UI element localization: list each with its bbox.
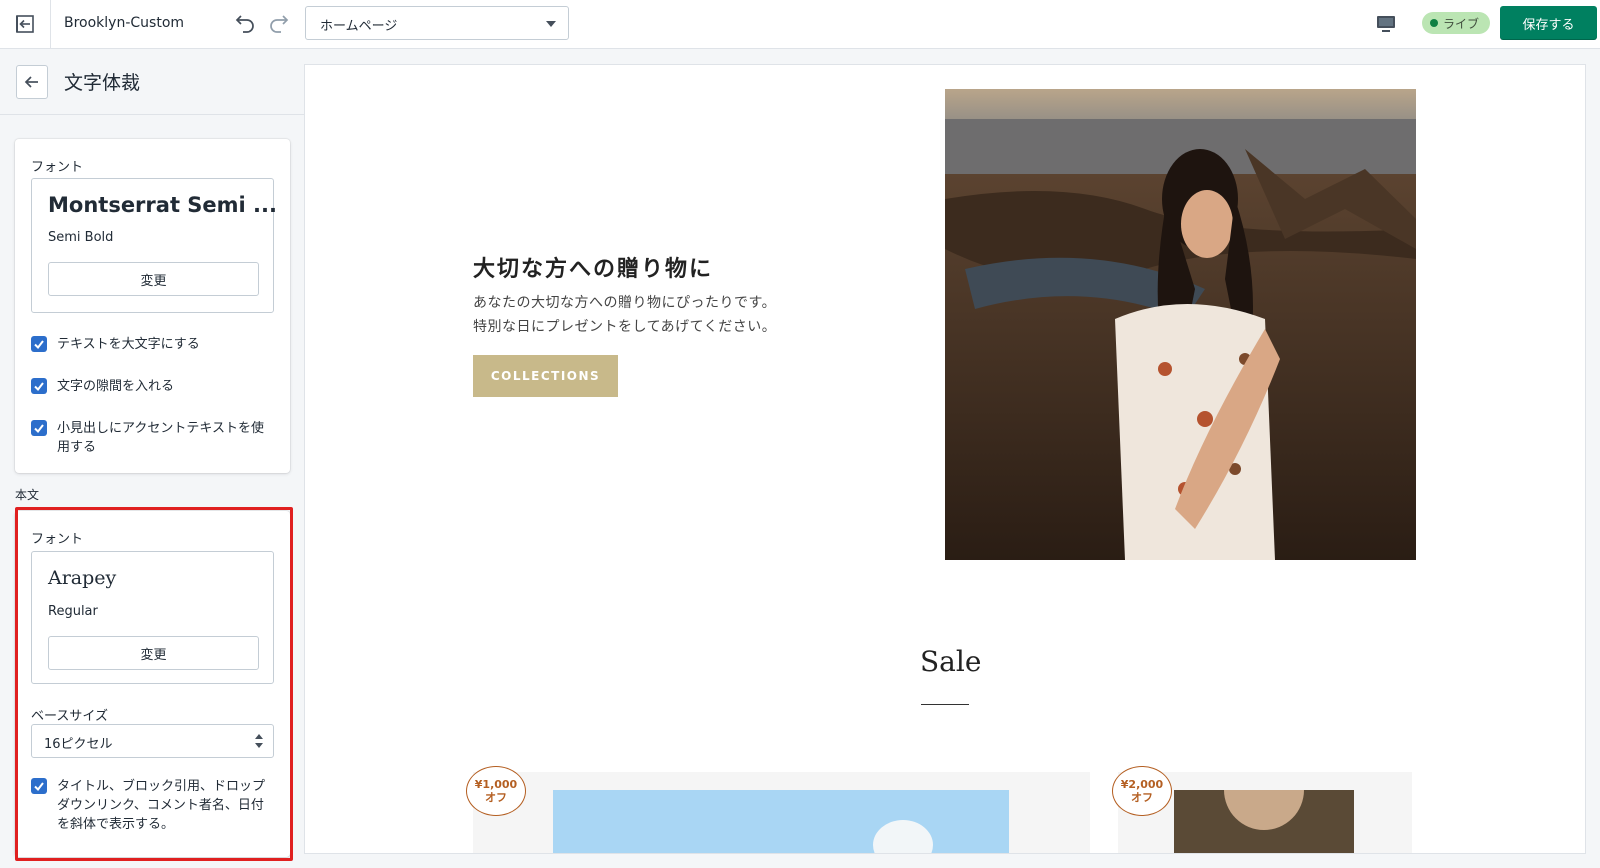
flower-shape [873, 820, 933, 853]
badge-price: ¥2,000 [1120, 778, 1164, 791]
checkmark-icon [34, 382, 44, 392]
hero-subtitle-line: 特別な日にプレゼントをしてあげてください。 [473, 319, 777, 335]
collections-button[interactable]: COLLECTIONS [473, 355, 618, 397]
body-font-change-button[interactable]: 変更 [48, 636, 259, 670]
body-font-card: フォント Arapey Regular 変更 ベースサイズ 16ピクセル タイト… [15, 511, 290, 857]
exit-editor-button[interactable] [0, 0, 51, 48]
exit-icon [16, 15, 34, 33]
top-bar: Brooklyn-Custom ホームページ ライブ 保存する [0, 0, 1600, 49]
hero-subtitle: あなたの大切な方への贈り物にぴったりです。 特別な日にプレゼントをしてあげてくだ… [473, 291, 776, 339]
sale-title-text: Sale [920, 645, 982, 678]
product-image [553, 790, 1009, 853]
base-size-value: 16ピクセル [44, 737, 113, 752]
body-font-label: フォント [31, 532, 84, 547]
live-status-badge: ライブ [1422, 12, 1491, 34]
back-button[interactable] [16, 65, 48, 99]
status-dot-icon [1430, 19, 1438, 27]
base-size-label: ベースサイズ [31, 709, 108, 724]
checkbox-label: タイトル、ブロック引用、ドロップダウンリンク、コメント者名、日付を斜体で表示する… [57, 779, 266, 832]
heading-font-change-button[interactable]: 変更 [48, 262, 259, 296]
divider [921, 704, 969, 705]
checkbox-label: 小見出しにアクセントテキストを使用する [57, 421, 264, 455]
uppercase-checkbox-row[interactable]: テキストを大文字にする [31, 335, 276, 354]
base-size-select[interactable]: 16ピクセル [31, 724, 274, 758]
page-selector[interactable]: ホームページ [305, 6, 569, 40]
settings-sidebar: 文字体裁 フォント Montserrat Semi ... Semi Bold … [0, 49, 304, 868]
theme-name: Brooklyn-Custom [64, 15, 185, 31]
heading-font-name: Montserrat Semi ... [48, 193, 277, 217]
body-section-label: 本文 [15, 488, 40, 502]
heading-font-label: フォント [31, 160, 84, 175]
body-font-name: Arapey [48, 567, 117, 589]
neck-shape [1224, 790, 1304, 830]
hero-image [945, 89, 1416, 560]
checkmark-icon [34, 424, 44, 434]
hero-title: 大切な方への贈り物に [473, 257, 714, 282]
product-card[interactable] [473, 772, 1090, 853]
badge-price: ¥1,000 [474, 778, 518, 791]
arrow-left-icon [24, 76, 38, 88]
live-status-label: ライブ [1443, 16, 1480, 31]
checkbox-checked[interactable] [31, 378, 47, 394]
checkbox-checked[interactable] [31, 420, 47, 436]
store-preview: 大切な方への贈り物に あなたの大切な方への贈り物にぴったりです。 特別な日にプレ… [304, 64, 1586, 854]
badge-suffix: オフ [485, 791, 507, 804]
checkmark-icon [34, 340, 44, 350]
checkmark-icon [34, 782, 44, 792]
discount-badge: ¥1,000 オフ [466, 766, 526, 816]
sidebar-title: 文字体裁 [64, 72, 141, 94]
italic-checkbox-row[interactable]: タイトル、ブロック引用、ドロップダウンリンク、コメント者名、日付を斜体で表示する… [31, 777, 276, 834]
badge-suffix: オフ [1131, 791, 1153, 804]
letter-spacing-checkbox-row[interactable]: 文字の隙間を入れる [31, 377, 276, 396]
checkbox-label: 文字の隙間を入れる [57, 379, 175, 394]
heading-font-card: フォント Montserrat Semi ... Semi Bold 変更 テキ… [15, 139, 290, 473]
heading-font-style: Semi Bold [48, 230, 114, 245]
body-font-style: Regular [48, 604, 98, 619]
checkbox-label: テキストを大文字にする [57, 337, 200, 352]
hero-subtitle-line: あなたの大切な方への贈り物にぴったりです。 [473, 295, 777, 311]
select-arrows-icon [255, 734, 263, 748]
save-button[interactable]: 保存する [1500, 6, 1597, 40]
discount-badge: ¥2,000 オフ [1112, 766, 1172, 816]
desktop-icon[interactable] [1374, 12, 1398, 36]
heading-font-picker: Montserrat Semi ... Semi Bold 変更 [31, 178, 277, 313]
redo-icon[interactable] [267, 10, 291, 34]
accent-subheading-checkbox-row[interactable]: 小見出しにアクセントテキストを使用する [31, 419, 276, 457]
sidebar-header: 文字体裁 [0, 49, 304, 115]
body-font-picker: Arapey Regular 変更 [31, 551, 274, 684]
caret-down-icon [546, 21, 556, 27]
page-selector-value: ホームページ [320, 19, 398, 34]
undo-icon[interactable] [233, 10, 257, 34]
product-image [1174, 790, 1354, 853]
checkbox-checked[interactable] [31, 778, 47, 794]
checkbox-checked[interactable] [31, 336, 47, 352]
